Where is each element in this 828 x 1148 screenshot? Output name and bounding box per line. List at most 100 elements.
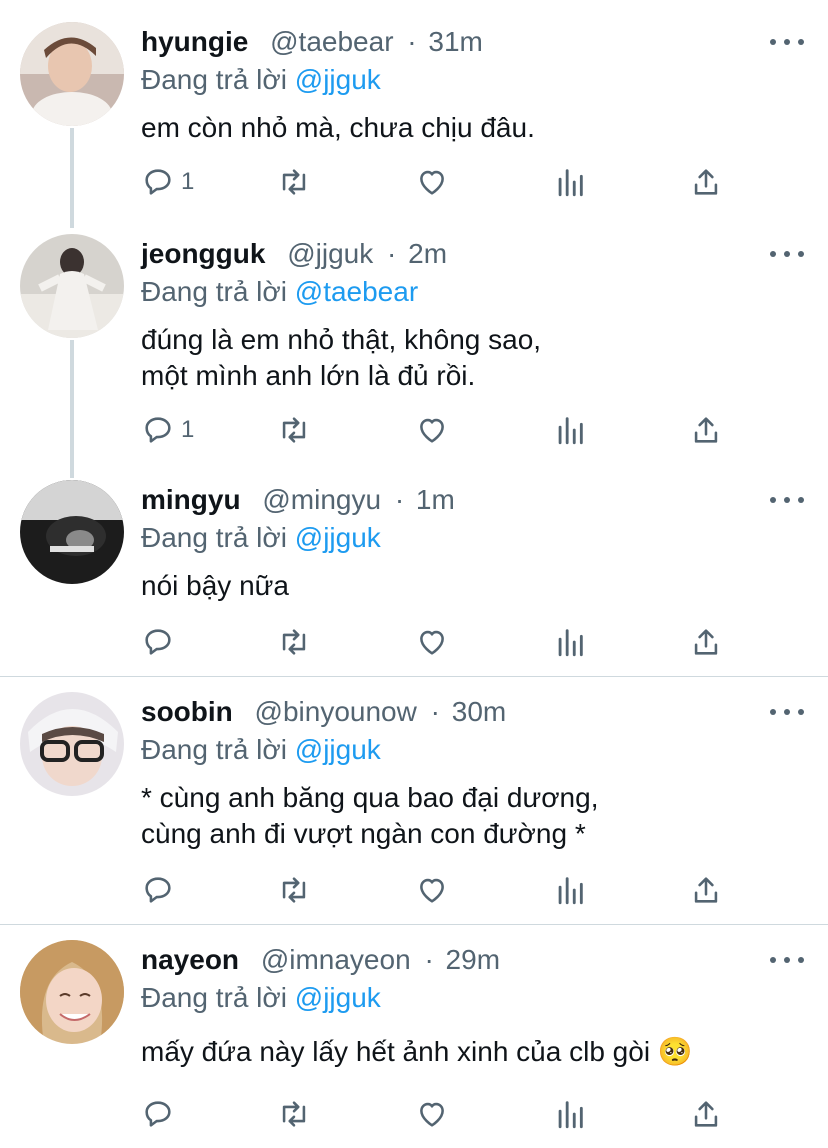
replying-to: Đang trả lời @jjguk bbox=[141, 978, 381, 1018]
avatar[interactable] bbox=[20, 480, 124, 584]
retweet-button[interactable] bbox=[277, 624, 311, 660]
avatar[interactable] bbox=[20, 692, 124, 796]
retweet-button[interactable] bbox=[277, 412, 311, 448]
retweet-icon bbox=[282, 629, 306, 655]
tweet[interactable]: jeongguk @jjguk · 2m Đang trả lời @taebe… bbox=[0, 234, 828, 470]
tweet[interactable]: hyungie @taebear · 31m Đang trả lời @jjg… bbox=[0, 22, 828, 232]
tweet-text-line: đúng là em nhỏ thật, không sao, bbox=[141, 324, 542, 355]
share-button[interactable] bbox=[689, 872, 723, 908]
avatar[interactable] bbox=[20, 234, 124, 338]
analytics-icon bbox=[558, 877, 583, 905]
tweet-text-line: mấy đứa này lấy hết ảnh xinh của clb gòi… bbox=[141, 1036, 693, 1067]
like-button[interactable] bbox=[415, 164, 449, 200]
like-button[interactable] bbox=[415, 412, 449, 448]
like-button[interactable] bbox=[415, 872, 449, 908]
action-bar bbox=[141, 624, 741, 660]
separator: · bbox=[394, 484, 405, 515]
reply-button[interactable]: 1 bbox=[141, 164, 194, 200]
action-bar: 1 bbox=[141, 164, 741, 200]
like-button[interactable] bbox=[415, 1096, 449, 1132]
display-name[interactable]: hyungie bbox=[141, 26, 248, 57]
handle[interactable]: @taebear bbox=[270, 26, 393, 57]
analytics-button[interactable] bbox=[553, 164, 587, 200]
share-button[interactable] bbox=[689, 412, 723, 448]
tweet-text: nói bậy nữa bbox=[141, 568, 781, 604]
timestamp[interactable]: 1m bbox=[416, 484, 455, 515]
more-icon[interactable] bbox=[770, 490, 804, 510]
display-name[interactable]: soobin bbox=[141, 696, 233, 727]
reply-button[interactable] bbox=[141, 872, 175, 908]
reply-button[interactable] bbox=[141, 624, 175, 660]
share-button[interactable] bbox=[689, 164, 723, 200]
reply-button[interactable] bbox=[141, 1096, 175, 1132]
avatar[interactable] bbox=[20, 22, 124, 126]
tweet-text-line: em còn nhỏ mà, chưa chịu đâu. bbox=[141, 112, 535, 143]
retweet-icon bbox=[282, 417, 306, 443]
display-name[interactable]: jeongguk bbox=[141, 238, 265, 269]
timestamp[interactable]: 31m bbox=[428, 26, 482, 57]
share-button[interactable] bbox=[689, 624, 723, 660]
handle[interactable]: @binyounow bbox=[255, 696, 417, 727]
tweet[interactable]: soobin @binyounow · 30m Đang trả lời @jj… bbox=[0, 692, 828, 920]
more-icon[interactable] bbox=[770, 244, 804, 264]
replying-to: Đang trả lời @jjguk bbox=[141, 518, 381, 558]
retweet-icon bbox=[282, 169, 306, 195]
reply-icon bbox=[145, 1101, 171, 1127]
like-button[interactable] bbox=[415, 624, 449, 660]
replying-label: Đang trả lời bbox=[141, 64, 287, 95]
avatar[interactable] bbox=[20, 940, 124, 1044]
handle[interactable]: @jjguk bbox=[287, 238, 373, 269]
mention-link[interactable]: @jjguk bbox=[295, 522, 381, 553]
separator: · bbox=[430, 696, 440, 727]
analytics-icon bbox=[558, 629, 583, 657]
share-icon bbox=[694, 1101, 718, 1127]
analytics-button[interactable] bbox=[553, 1096, 587, 1132]
tweet[interactable]: mingyu @mingyu · 1m Đang trả lời @jjguk … bbox=[0, 480, 828, 670]
analytics-icon bbox=[558, 1101, 583, 1129]
retweet-button[interactable] bbox=[277, 872, 311, 908]
analytics-button[interactable] bbox=[553, 872, 587, 908]
reply-count: 1 bbox=[181, 416, 195, 443]
share-button[interactable] bbox=[689, 1096, 723, 1132]
avatar-image bbox=[20, 940, 124, 1044]
replying-label: Đang trả lời bbox=[141, 982, 287, 1013]
timestamp[interactable]: 2m bbox=[408, 238, 447, 269]
separator: · bbox=[387, 238, 397, 269]
mention-link[interactable]: @jjguk bbox=[295, 982, 381, 1013]
mention-link[interactable]: @taebear bbox=[295, 276, 418, 307]
tweet-text: * cùng anh băng qua bao đại dương, cùng … bbox=[141, 780, 781, 852]
retweet-button[interactable] bbox=[277, 164, 311, 200]
like-icon bbox=[420, 170, 444, 195]
analytics-icon bbox=[558, 417, 583, 445]
analytics-button[interactable] bbox=[553, 624, 587, 660]
timestamp[interactable]: 29m bbox=[446, 944, 500, 975]
reply-button[interactable]: 1 bbox=[141, 412, 194, 448]
replying-to: Đang trả lời @jjguk bbox=[141, 730, 381, 770]
separator: · bbox=[424, 944, 434, 975]
retweet-icon bbox=[282, 877, 306, 903]
like-icon bbox=[420, 1102, 444, 1127]
action-bar bbox=[141, 872, 741, 908]
more-icon[interactable] bbox=[770, 32, 804, 52]
avatar-image bbox=[20, 22, 124, 126]
retweet-icon bbox=[282, 1101, 306, 1127]
tweet-text: em còn nhỏ mà, chưa chịu đâu. bbox=[141, 110, 781, 146]
handle[interactable]: @imnayeon bbox=[261, 944, 411, 975]
mention-link[interactable]: @jjguk bbox=[295, 734, 381, 765]
retweet-button[interactable] bbox=[277, 1096, 311, 1132]
reply-icon bbox=[145, 169, 171, 195]
reply-count: 1 bbox=[181, 168, 195, 195]
mention-link[interactable]: @jjguk bbox=[295, 64, 381, 95]
tweet-text-line: * cùng anh băng qua bao đại dương, bbox=[141, 782, 599, 813]
handle[interactable]: @mingyu bbox=[262, 484, 381, 515]
reply-icon bbox=[145, 629, 171, 655]
display-name[interactable]: mingyu bbox=[141, 484, 241, 515]
analytics-button[interactable] bbox=[553, 412, 587, 448]
display-name[interactable]: nayeon bbox=[141, 944, 239, 975]
more-icon[interactable] bbox=[770, 702, 804, 722]
timestamp[interactable]: 30m bbox=[452, 696, 506, 727]
tweet[interactable]: nayeon @imnayeon · 29m Đang trả lời @jjg… bbox=[0, 940, 828, 1146]
tweet-header: soobin @binyounow · 30m bbox=[141, 692, 506, 732]
more-icon[interactable] bbox=[770, 950, 804, 970]
analytics-icon bbox=[558, 169, 583, 197]
